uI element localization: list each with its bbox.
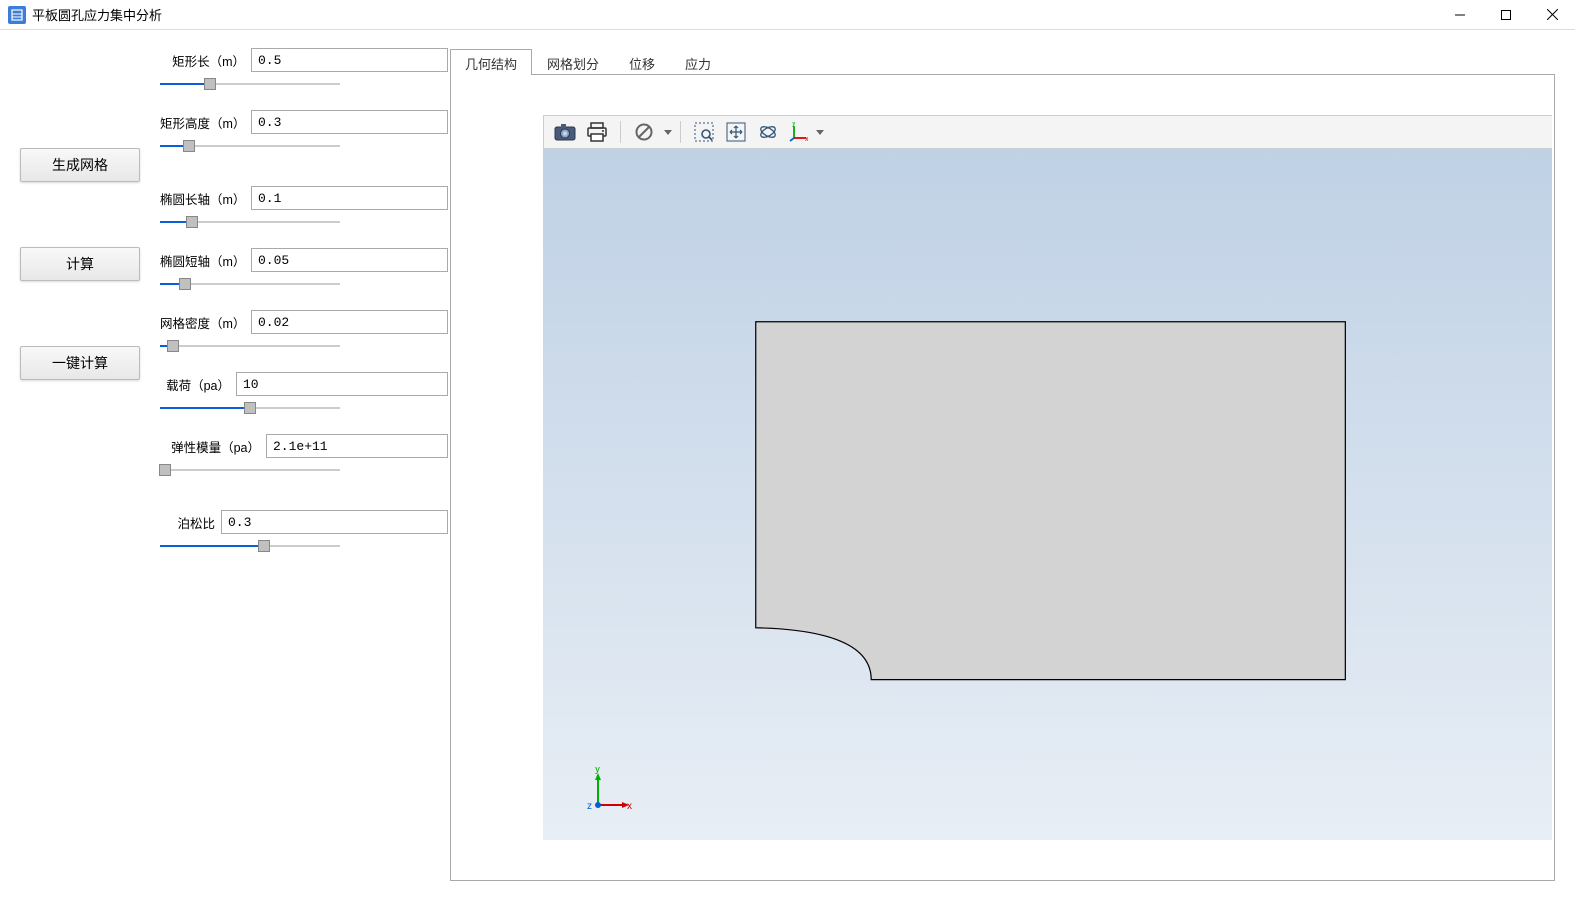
svg-text:y: y [792, 122, 796, 127]
mesh-density-input[interactable] [251, 310, 448, 334]
ellipse-minor-input[interactable] [251, 248, 448, 272]
mesh-density-slider[interactable] [160, 338, 340, 354]
parameters-column: 矩形长（m） 矩形高度（m） [160, 48, 448, 881]
viewport-toolbar: yx [543, 115, 1552, 149]
axis-y-label: y [595, 767, 600, 775]
zoom-area-icon[interactable] [689, 118, 719, 146]
inner-canvas: yx y x [543, 115, 1552, 840]
param-label: 弹性模量（pa） [160, 437, 260, 456]
close-button[interactable] [1529, 0, 1575, 30]
left-panel: 生成网格 计算 一键计算 矩形长（m） 矩形高度（m） [20, 48, 440, 881]
right-panel: 几何结构 网格划分 位移 应力 [450, 48, 1555, 881]
param-elastic-modulus: 弹性模量（pa） [160, 434, 448, 478]
one-click-calc-button[interactable]: 一键计算 [20, 346, 140, 380]
minimize-button[interactable] [1437, 0, 1483, 30]
maximize-button[interactable] [1483, 0, 1529, 30]
param-label: 泊松比 [160, 513, 215, 532]
param-ellipse-minor: 椭圆短轴（m） [160, 248, 448, 292]
ellipse-major-slider[interactable] [160, 214, 340, 230]
param-label: 椭圆短轴（m） [160, 251, 245, 270]
pan-icon[interactable] [721, 118, 751, 146]
rect-length-input[interactable] [251, 48, 448, 72]
tabs: 几何结构 网格划分 位移 应力 [450, 48, 1555, 74]
param-label: 椭圆长轴（m） [160, 189, 245, 208]
poisson-ratio-input[interactable] [221, 510, 448, 534]
tab-geometry[interactable]: 几何结构 [450, 49, 532, 75]
window-title: 平板圆孔应力集中分析 [32, 5, 162, 24]
axis-x-label: x [627, 801, 632, 812]
calculate-button[interactable]: 计算 [20, 247, 140, 281]
action-buttons-column: 生成网格 计算 一键计算 [20, 48, 140, 881]
param-load: 载荷（pa） [160, 372, 448, 416]
axis-z-label: z [587, 801, 592, 812]
rect-height-input[interactable] [251, 110, 448, 134]
rect-length-slider[interactable] [160, 76, 340, 92]
axes-dropdown[interactable] [816, 130, 824, 135]
axes-icon[interactable]: yx [785, 118, 811, 146]
disable-icon[interactable] [629, 118, 659, 146]
tab-stress[interactable]: 应力 [670, 49, 726, 75]
ellipse-minor-slider[interactable] [160, 276, 340, 292]
tab-displacement[interactable]: 位移 [614, 49, 670, 75]
print-icon[interactable] [582, 118, 612, 146]
param-label: 网格密度（m） [160, 313, 245, 332]
titlebar: 平板圆孔应力集中分析 [0, 0, 1575, 30]
param-label: 矩形高度（m） [160, 113, 245, 132]
app-icon [8, 6, 26, 24]
generate-mesh-button[interactable]: 生成网格 [20, 148, 140, 182]
svg-text:x: x [805, 136, 808, 142]
param-poisson-ratio: 泊松比 [160, 510, 448, 554]
disable-dropdown[interactable] [664, 130, 672, 135]
elastic-modulus-slider[interactable] [160, 462, 340, 478]
rotate-icon[interactable] [753, 118, 783, 146]
param-label: 载荷（pa） [160, 375, 230, 394]
axes-indicator: y x z [583, 767, 633, 820]
geometry-viewport[interactable]: y x z [543, 149, 1552, 840]
param-rect-height: 矩形高度（m） [160, 110, 448, 154]
ellipse-major-input[interactable] [251, 186, 448, 210]
param-ellipse-major: 椭圆长轴（m） [160, 186, 448, 230]
tab-mesh[interactable]: 网格划分 [532, 49, 614, 75]
poisson-ratio-slider[interactable] [160, 538, 340, 554]
canvas-area: yx y x [450, 74, 1555, 881]
camera-icon[interactable] [550, 118, 580, 146]
param-rect-length: 矩形长（m） [160, 48, 448, 92]
load-slider[interactable] [160, 400, 340, 416]
rect-height-slider[interactable] [160, 138, 340, 154]
param-mesh-density: 网格密度（m） [160, 310, 448, 354]
param-label: 矩形长（m） [160, 51, 245, 70]
load-input[interactable] [236, 372, 448, 396]
elastic-modulus-input[interactable] [266, 434, 448, 458]
